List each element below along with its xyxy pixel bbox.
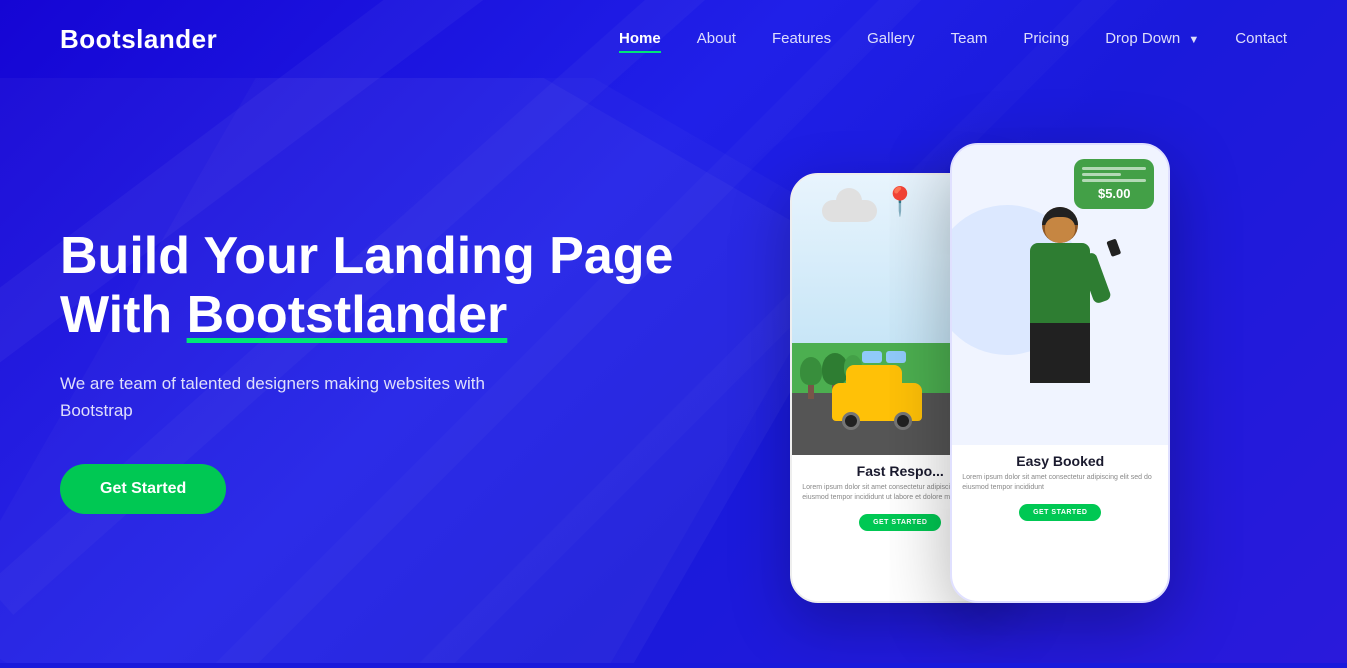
nav-link-about[interactable]: About <box>697 30 736 47</box>
tree-1 <box>800 357 822 399</box>
cloud-main <box>822 200 877 222</box>
receipt-card: $5.00 <box>1074 159 1154 209</box>
receipt-price: $5.00 <box>1082 186 1146 201</box>
nav-item-home[interactable]: Home <box>619 30 661 48</box>
hero-section: Build Your Landing Page With Bootstlande… <box>0 78 1347 663</box>
front-illustration: $5.00 <box>952 145 1168 445</box>
map-pin-icon: 📍 <box>883 185 918 218</box>
navbar: Bootslander Home About Features Gallery … <box>0 0 1347 78</box>
brand-logo[interactable]: Bootslander <box>60 24 217 55</box>
phone-mockups: 📍 <box>790 143 1170 663</box>
car-roof <box>846 365 902 387</box>
cloud <box>822 200 877 222</box>
nav-link-team[interactable]: Team <box>951 30 988 47</box>
phone-front: $5.00 <box>950 143 1170 603</box>
receipt-line-2 <box>1082 173 1120 176</box>
back-phone-cta[interactable]: GET STARTED <box>859 514 941 531</box>
nav-item-pricing[interactable]: Pricing <box>1023 30 1069 48</box>
hero-content: Build Your Landing Page With Bootstlande… <box>60 227 674 515</box>
front-phone-description: Lorem ipsum dolor sit amet consectetur a… <box>962 473 1158 493</box>
get-started-button[interactable]: Get Started <box>60 464 226 514</box>
nav-item-gallery[interactable]: Gallery <box>867 30 915 48</box>
taxi-car <box>832 383 922 421</box>
nav-item-features[interactable]: Features <box>772 30 831 48</box>
receipt-lines <box>1082 167 1146 182</box>
tree-trunk <box>808 385 814 399</box>
hero-subtitle: We are team of talented designers making… <box>60 370 540 424</box>
nav-item-contact[interactable]: Contact <box>1235 30 1287 48</box>
front-phone-label-area: Easy Booked Lorem ipsum dolor sit amet c… <box>952 445 1168 525</box>
tree-top <box>800 357 822 385</box>
nav-link-dropdown[interactable]: Drop Down ▼ <box>1105 30 1199 47</box>
front-phone-cta[interactable]: GET STARTED <box>1019 504 1101 521</box>
nav-link-home[interactable]: Home <box>619 30 661 53</box>
person-head <box>1042 207 1078 243</box>
nav-links: Home About Features Gallery Team Pricing… <box>619 30 1287 48</box>
nav-item-team[interactable]: Team <box>951 30 988 48</box>
nav-link-contact[interactable]: Contact <box>1235 30 1287 47</box>
nav-link-pricing[interactable]: Pricing <box>1023 30 1069 47</box>
nav-link-gallery[interactable]: Gallery <box>867 30 915 47</box>
person-legs <box>1030 323 1090 383</box>
person-face <box>1045 217 1075 243</box>
person-phone-prop <box>1107 239 1122 257</box>
nav-item-about[interactable]: About <box>697 30 736 48</box>
car-body <box>832 383 922 421</box>
nav-item-dropdown[interactable]: Drop Down ▼ <box>1105 30 1199 48</box>
person-arm <box>1078 251 1112 304</box>
person-body <box>1030 243 1090 323</box>
chevron-down-icon: ▼ <box>1188 34 1199 46</box>
receipt-line-1 <box>1082 167 1146 170</box>
front-phone-title: Easy Booked <box>962 453 1158 469</box>
receipt-line-3 <box>1082 179 1146 182</box>
nav-link-features[interactable]: Features <box>772 30 831 47</box>
car-window-2 <box>886 351 906 363</box>
person-figure <box>1030 207 1090 383</box>
hero-illustration: 📍 <box>674 78 1288 663</box>
car-window-1 <box>862 351 882 363</box>
hero-title: Build Your Landing Page With Bootstlande… <box>60 227 674 347</box>
